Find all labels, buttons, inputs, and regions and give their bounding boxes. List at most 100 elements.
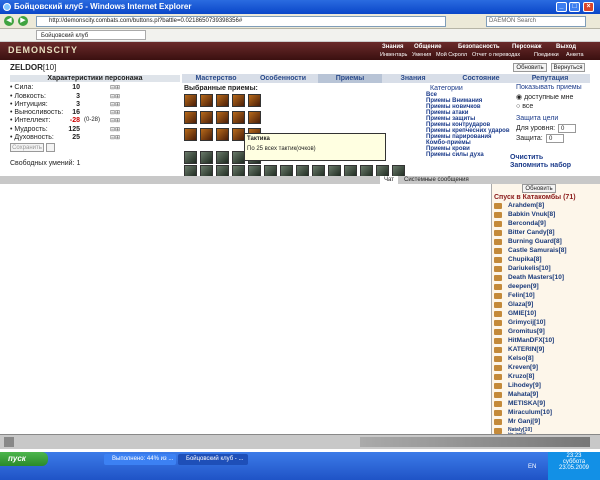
user-item[interactable]: Arahdem[8] xyxy=(508,202,544,209)
user-item[interactable]: Babkin Vnuk[8] xyxy=(508,211,555,218)
return-button[interactable]: Вернуться xyxy=(551,63,585,72)
refresh-list-button[interactable]: Обновить xyxy=(522,184,556,193)
plus-minus-icon[interactable]: ⊟⊞ xyxy=(110,117,120,124)
menu-transfers[interactable]: Отчет о переводах xyxy=(472,52,520,58)
lang-indicator[interactable]: EN xyxy=(528,464,536,470)
plus-minus-icon[interactable]: ⊟⊞ xyxy=(110,84,120,91)
user-item[interactable]: KATERIN[9] xyxy=(508,346,544,353)
user-item[interactable]: Glaza[9] xyxy=(508,301,533,308)
menu-exit[interactable]: Выход xyxy=(556,44,576,50)
user-item[interactable]: Mr Ganj[9] xyxy=(508,418,540,425)
menu-skills[interactable]: Умения xyxy=(412,52,431,58)
tab-state[interactable]: Состояние xyxy=(452,74,510,83)
user-item[interactable]: GMIE[10] xyxy=(508,310,536,317)
radio-available[interactable]: ◉ доступные мне xyxy=(516,93,573,101)
menu-knowledge[interactable]: Знания xyxy=(382,44,404,50)
user-badge-icon xyxy=(494,329,502,335)
menu-profile[interactable]: Анкета xyxy=(566,52,584,58)
remember-link[interactable]: Запомнить набор xyxy=(510,162,571,169)
menu-inventory[interactable]: Инвентарь xyxy=(380,52,407,58)
user-item[interactable]: Chupika[8] xyxy=(508,256,542,263)
user-item[interactable]: Dariukelis[10] xyxy=(508,265,551,272)
user-item[interactable]: Mahata[9] xyxy=(508,391,538,398)
user-item[interactable]: Grimycij[10] xyxy=(508,319,546,326)
category-link[interactable]: Приемы силы духа xyxy=(426,152,484,158)
technique-slot[interactable] xyxy=(184,128,197,141)
forward-arrow-icon[interactable]: ▶ xyxy=(18,16,28,26)
tab-features[interactable]: Особенности xyxy=(252,74,314,83)
technique-slot[interactable] xyxy=(216,128,229,141)
technique-slot[interactable] xyxy=(232,111,245,124)
save-button[interactable]: Сохранить xyxy=(10,143,44,152)
stat-value: 16 xyxy=(72,109,80,116)
technique-slot[interactable] xyxy=(184,151,197,164)
user-item[interactable]: Kreven[9] xyxy=(508,364,538,371)
menu-character[interactable]: Персонаж xyxy=(512,44,542,50)
close-button[interactable]: × xyxy=(583,2,594,12)
tab-techniques[interactable]: Приемы xyxy=(318,74,382,83)
menu-security[interactable]: Безопасность xyxy=(458,44,500,50)
plus-minus-icon[interactable]: ⊟⊞ xyxy=(110,101,120,108)
technique-slot[interactable] xyxy=(200,151,213,164)
menu-social[interactable]: Общение xyxy=(414,44,441,50)
technique-slot[interactable] xyxy=(200,111,213,124)
user-item[interactable]: Kruzo[8] xyxy=(508,373,534,380)
plus-minus-icon[interactable]: ⊟⊞ xyxy=(110,93,120,100)
technique-slot[interactable] xyxy=(184,111,197,124)
clear-link[interactable]: Очистить xyxy=(510,154,543,161)
technique-slot[interactable] xyxy=(184,94,197,107)
plus-minus-icon[interactable]: ⊟⊞ xyxy=(110,109,120,116)
technique-slot[interactable] xyxy=(216,111,229,124)
tooltip-title: Тактика xyxy=(247,136,270,142)
back-arrow-icon[interactable]: ◀ xyxy=(4,16,14,26)
level-select[interactable]: 0 xyxy=(558,124,576,133)
radio-all[interactable]: ○ все xyxy=(516,103,533,110)
user-item[interactable]: Lihodey[9] xyxy=(508,382,541,389)
technique-slot[interactable] xyxy=(216,151,229,164)
tab-mastery[interactable]: Мастерство xyxy=(186,74,246,83)
technique-slot[interactable] xyxy=(248,94,261,107)
system-tab[interactable]: Системные сообщения xyxy=(400,176,473,184)
search-input[interactable]: DAEMON Search xyxy=(486,16,586,27)
url-input[interactable]: http://demonscity.combats.com/buttons.pl… xyxy=(36,16,446,27)
chat-area[interactable] xyxy=(0,184,490,434)
technique-slot[interactable] xyxy=(200,128,213,141)
save-checkbox[interactable] xyxy=(46,143,55,152)
tab-reputation[interactable]: Репутация xyxy=(518,74,582,83)
plus-minus-icon[interactable]: ⊟⊞ xyxy=(110,134,120,141)
user-item[interactable]: Death Masters[10] xyxy=(508,274,564,281)
protect-input[interactable]: 0 xyxy=(546,134,564,143)
user-badge-icon xyxy=(494,239,502,245)
maximize-button[interactable]: □ xyxy=(569,2,580,12)
tooltip-text: По 25 всех тактик(очков) xyxy=(247,146,316,152)
tab-knowledge[interactable]: Знания xyxy=(386,74,440,83)
input-icon[interactable] xyxy=(4,437,14,447)
user-item[interactable]: Bitter Candy[8] xyxy=(508,229,555,236)
user-item[interactable]: Berconda[9] xyxy=(508,220,546,227)
stat-extra: (0-28) xyxy=(84,117,101,123)
taskbar-browser[interactable]: Бойцовский клуб - ... xyxy=(178,454,248,465)
menu-scroll[interactable]: Мой Скролл xyxy=(436,52,467,58)
user-item[interactable]: deepen[9] xyxy=(508,283,539,290)
chat-tab[interactable]: Чат xyxy=(380,176,398,184)
refresh-button[interactable]: Обновить xyxy=(513,63,547,72)
technique-slot[interactable] xyxy=(248,111,261,124)
taskbar-download[interactable]: Выполнено: 44% из ... xyxy=(104,454,176,465)
user-item[interactable]: Gromitus[9] xyxy=(508,328,545,335)
user-item[interactable]: HitManDFX[10] xyxy=(508,337,554,344)
toolbar-icons[interactable] xyxy=(360,437,590,447)
technique-slot[interactable] xyxy=(200,94,213,107)
user-item[interactable]: Castle Samurais[8] xyxy=(508,247,567,254)
technique-slot[interactable] xyxy=(232,94,245,107)
plus-minus-icon[interactable]: ⊟⊞ xyxy=(110,126,120,133)
technique-slot[interactable] xyxy=(216,94,229,107)
minimize-button[interactable]: _ xyxy=(556,2,567,12)
user-item[interactable]: Felin[10] xyxy=(508,292,535,299)
menu-fights[interactable]: Поединки xyxy=(534,52,559,58)
user-item[interactable]: Kelso[8] xyxy=(508,355,534,362)
browser-tab[interactable]: Бойцовский клуб xyxy=(36,30,146,40)
start-button[interactable]: пуск xyxy=(0,452,48,466)
user-item[interactable]: Burning Guard[8] xyxy=(508,238,562,245)
user-item[interactable]: Miraculum[10] xyxy=(508,409,552,416)
user-item[interactable]: METISKA[9] xyxy=(508,400,545,407)
